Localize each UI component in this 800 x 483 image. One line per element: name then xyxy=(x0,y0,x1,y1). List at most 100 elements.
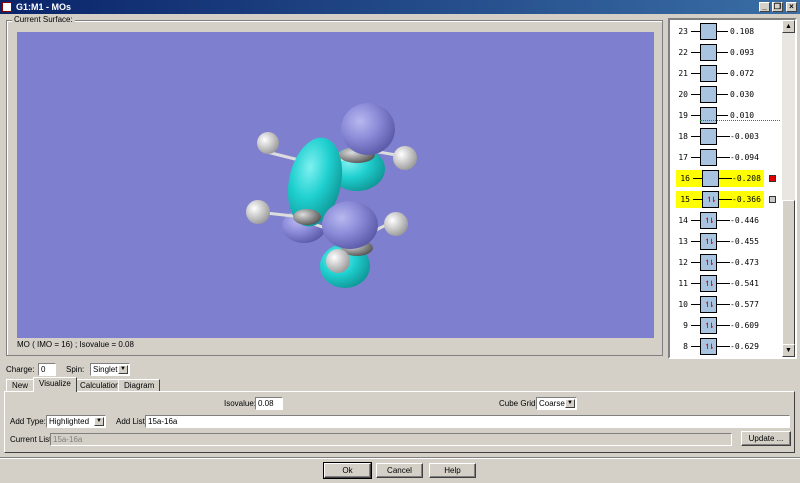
electron-pair-icon: ↿⇂ xyxy=(704,278,714,289)
orbital-level[interactable]: 20 0.030 xyxy=(674,86,786,103)
level-line xyxy=(717,220,730,221)
tab-visualize[interactable]: Visualize xyxy=(33,377,77,392)
orbital-energy: -0.003 xyxy=(730,132,759,141)
cube-grid-label: Cube Grid: xyxy=(499,399,538,408)
orbital-level[interactable]: 11 ↿⇂ -0.541 xyxy=(674,275,786,292)
orbital-box: ↿⇂ xyxy=(700,233,717,250)
scroll-up-button[interactable]: ▲ xyxy=(782,20,795,33)
orbital-number: 20 xyxy=(678,90,688,99)
orbital-level[interactable]: 22 0.093 xyxy=(674,44,786,61)
orbital-box xyxy=(700,86,717,103)
orbital-level[interactable]: 8 ↿⇂ -0.629 xyxy=(674,338,786,355)
cancel-button[interactable]: Cancel xyxy=(376,463,423,478)
orbital-number: 8 xyxy=(683,342,688,351)
level-line xyxy=(691,220,700,221)
orbital-level[interactable]: 17 -0.094 xyxy=(674,149,786,166)
mo-diagram-panel[interactable]: 23 0.108 22 0.093 21 0.072 20 0.030 19 0.010… xyxy=(668,18,797,359)
level-line xyxy=(693,199,702,200)
charge-label: Charge: xyxy=(6,365,35,374)
help-button[interactable]: Help xyxy=(429,463,476,478)
add-list-label: Add List: xyxy=(116,417,148,426)
molecule-orbital-render xyxy=(246,103,417,288)
electron-pair-icon: ↿⇂ xyxy=(704,215,714,226)
orbital-box: ↿⇂ xyxy=(700,338,717,355)
cube-grid-select[interactable]: Coarse ▼ xyxy=(536,397,577,410)
orbital-box xyxy=(700,44,717,61)
close-button[interactable]: × xyxy=(786,2,797,12)
orbital-number: 17 xyxy=(678,153,688,162)
orbital-box: ↿⇂ xyxy=(700,317,717,334)
orbital-number: 22 xyxy=(678,48,688,57)
chevron-down-icon[interactable]: ▼ xyxy=(94,417,104,426)
electron-pair-icon: ↿⇂ xyxy=(704,320,714,331)
divider xyxy=(0,457,800,459)
level-line xyxy=(691,115,700,116)
orbital-level[interactable]: 13 ↿⇂ -0.455 xyxy=(674,233,786,250)
level-line xyxy=(691,241,700,242)
scrollbar[interactable]: ▲ ▼ xyxy=(782,20,795,357)
orbital-level[interactable]: 9 ↿⇂ -0.609 xyxy=(674,317,786,334)
orbital-energy: 0.108 xyxy=(730,27,755,36)
orbital-box: ↿⇂ xyxy=(700,254,717,271)
isovalue-label: Isovalue: xyxy=(224,399,257,408)
orbital-level[interactable]: 23 0.108 xyxy=(674,23,786,40)
orbital-number: 19 xyxy=(678,111,688,120)
orbital-number: 9 xyxy=(683,321,688,330)
level-line xyxy=(691,136,700,137)
orbital-energy: 0.010 xyxy=(730,111,755,120)
chevron-down-icon[interactable]: ▼ xyxy=(118,365,128,374)
lobe-negative-top xyxy=(341,103,395,155)
orbital-level[interactable]: 16 -0.208 xyxy=(676,170,764,187)
level-line xyxy=(693,178,702,179)
orbital-number: 14 xyxy=(678,216,688,225)
orbital-level[interactable]: 12 ↿⇂ -0.473 xyxy=(674,254,786,271)
add-type-value: Highlighted xyxy=(49,417,90,426)
level-line xyxy=(717,304,730,305)
level-line xyxy=(691,73,700,74)
molecule-viewer[interactable] xyxy=(17,32,654,338)
isovalue-input[interactable]: 0.08 xyxy=(255,397,283,410)
electron-pair-icon: ↿⇂ xyxy=(704,236,714,247)
level-line xyxy=(691,346,700,347)
surface-marker[interactable] xyxy=(769,175,776,182)
level-line xyxy=(691,262,700,263)
orbital-number: 16 xyxy=(680,174,690,183)
orbital-level[interactable]: 10 ↿⇂ -0.577 xyxy=(674,296,786,313)
chevron-down-icon[interactable]: ▼ xyxy=(565,399,575,408)
orbital-level[interactable]: 15 ↿⇂ -0.366 xyxy=(676,191,764,208)
add-list-input[interactable]: 15a-16a xyxy=(145,415,790,428)
scroll-down-button[interactable]: ▼ xyxy=(782,344,795,357)
orbital-level[interactable]: 21 0.072 xyxy=(674,65,786,82)
orbital-box: ↿⇂ xyxy=(702,191,719,208)
add-type-select[interactable]: Highlighted ▼ xyxy=(46,415,106,428)
orbital-level[interactable]: 18 -0.003 xyxy=(674,128,786,145)
level-line xyxy=(691,94,700,95)
orbital-energy: -0.577 xyxy=(730,300,759,309)
surface-marker[interactable] xyxy=(769,196,776,203)
homo-lumo-divider xyxy=(700,120,780,121)
add-type-label: Add Type: xyxy=(10,417,46,426)
level-line xyxy=(717,94,728,95)
orbital-level[interactable]: 19 0.010 xyxy=(674,107,786,124)
scroll-thumb[interactable] xyxy=(782,200,795,350)
restore-button[interactable]: ❐ xyxy=(772,2,783,12)
orbital-number: 15 xyxy=(680,195,690,204)
spin-value: Singlet xyxy=(93,365,118,374)
electron-pair-icon: ↿⇂ xyxy=(704,257,714,268)
minimize-button[interactable]: _ xyxy=(759,2,770,12)
orbital-number: 12 xyxy=(678,258,688,267)
orbital-energy: -0.208 xyxy=(732,174,761,183)
orbital-number: 11 xyxy=(678,279,688,288)
charge-input[interactable]: 0 xyxy=(38,363,56,376)
electron-pair-icon: ↿⇂ xyxy=(706,194,716,205)
update-button[interactable]: Update ... xyxy=(741,431,791,446)
spin-select[interactable]: Singlet ▼ xyxy=(90,363,130,376)
level-line xyxy=(691,304,700,305)
orbital-box: ↿⇂ xyxy=(700,212,717,229)
orbital-level[interactable]: 14 ↿⇂ -0.446 xyxy=(674,212,786,229)
electron-pair-icon: ↿⇂ xyxy=(704,299,714,310)
orbital-box xyxy=(700,149,717,166)
level-line xyxy=(717,73,728,74)
level-line xyxy=(691,283,700,284)
ok-button[interactable]: Ok xyxy=(323,462,372,479)
